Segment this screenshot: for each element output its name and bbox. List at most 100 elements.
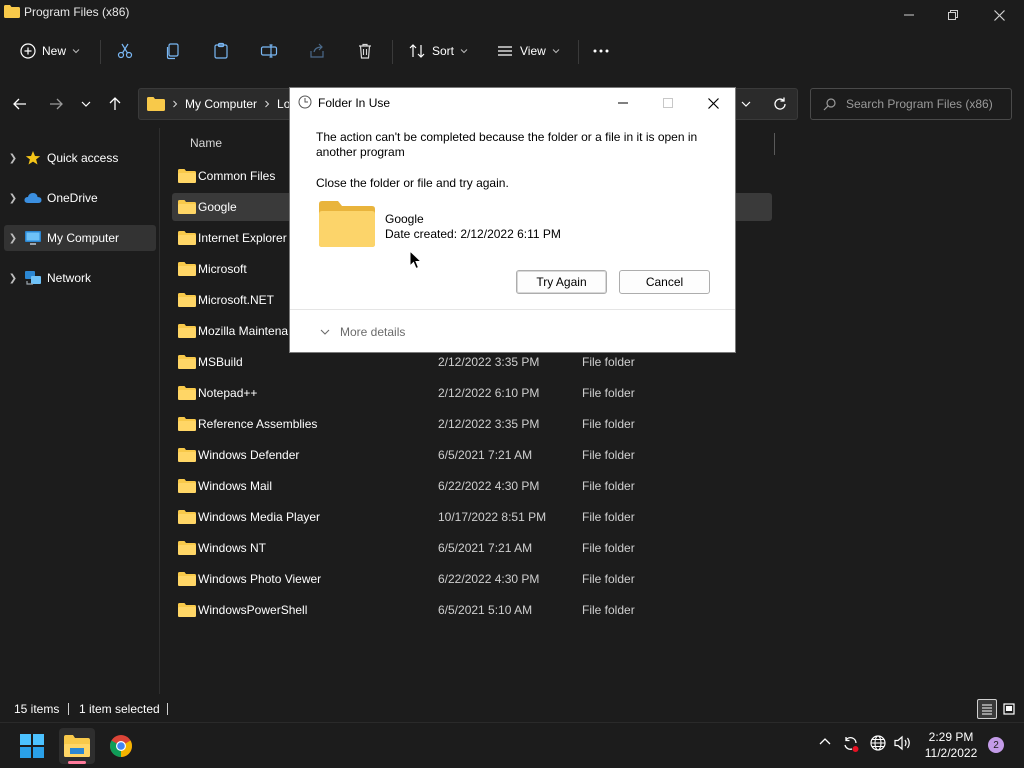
- details-view-button[interactable]: [977, 699, 997, 719]
- folder-icon: [178, 448, 196, 462]
- cut-button[interactable]: [116, 36, 134, 66]
- recent-locations-button[interactable]: [74, 92, 98, 116]
- file-name: Windows NT: [198, 541, 267, 555]
- pane-splitter[interactable]: [159, 128, 160, 694]
- chevron-right-icon[interactable]: ❯: [4, 153, 22, 164]
- file-explorer-icon: [64, 735, 90, 757]
- file-name: Windows Photo Viewer: [198, 572, 322, 586]
- forward-button[interactable]: [44, 92, 68, 116]
- sidebar-item-network[interactable]: ❯ Network: [4, 265, 156, 291]
- arrow-right-icon: [50, 98, 63, 110]
- sidebar-item-label: Network: [47, 271, 92, 285]
- sync-status-icon[interactable]: [842, 735, 860, 753]
- restore-icon: [948, 10, 958, 20]
- maximize-icon: [663, 98, 673, 108]
- copy-button[interactable]: [164, 36, 182, 66]
- try-again-button[interactable]: Try Again: [516, 270, 607, 294]
- file-date-modified: 6/5/2021 7:21 AM: [438, 541, 533, 555]
- minimize-icon: [618, 102, 628, 104]
- file-row[interactable]: Reference Assemblies 2/12/2022 3:35 PM Fil…: [172, 410, 772, 438]
- clock[interactable]: 2:29 PM 11/2/2022: [918, 729, 984, 761]
- refresh-button[interactable]: [768, 92, 792, 116]
- sort-button[interactable]: Sort: [408, 36, 468, 66]
- folder-icon: [178, 355, 196, 369]
- file-type: File folder: [582, 603, 635, 617]
- dialog-message: The action can't be completed because th…: [316, 130, 698, 159]
- item-count: 15 items: [14, 702, 60, 716]
- restore-button[interactable]: [930, 0, 976, 30]
- up-button[interactable]: [103, 92, 127, 116]
- show-hidden-icons-button[interactable]: [818, 735, 832, 749]
- mouse-cursor-icon: [409, 250, 423, 270]
- back-button[interactable]: [8, 92, 32, 116]
- paste-button[interactable]: [212, 36, 230, 66]
- file-date-modified: 6/22/2022 4:30 PM: [438, 479, 540, 493]
- star-icon: [22, 150, 44, 166]
- close-button[interactable]: [976, 0, 1022, 30]
- cloud-icon: [22, 192, 44, 204]
- folder-icon: [178, 169, 196, 183]
- view-button[interactable]: View: [496, 36, 560, 66]
- sort-label: Sort: [432, 44, 455, 58]
- file-date-modified: 6/5/2021 7:21 AM: [438, 448, 533, 462]
- cancel-button[interactable]: Cancel: [619, 270, 710, 294]
- folder-icon: [178, 293, 196, 307]
- chevron-right-icon[interactable]: ❯: [4, 193, 22, 204]
- file-row[interactable]: Windows Media Player 10/17/2022 8:51 PM Fi…: [172, 503, 772, 531]
- dialog-maximize-button: [645, 88, 691, 118]
- delete-button[interactable]: [356, 36, 374, 66]
- sidebar-item-label: My Computer: [47, 231, 120, 245]
- folder-icon: [178, 572, 196, 586]
- more-details-label: More details: [340, 325, 406, 339]
- share-button[interactable]: [308, 36, 326, 66]
- chevron-down-icon: [552, 49, 560, 54]
- start-button[interactable]: [14, 728, 50, 764]
- sidebar-item-onedrive[interactable]: ❯ OneDrive: [4, 185, 156, 211]
- folder-icon: [178, 386, 196, 400]
- new-button[interactable]: New: [20, 36, 80, 66]
- file-row[interactable]: Windows Mail 6/22/2022 4:30 PM File folder: [172, 472, 772, 500]
- rename-icon: [260, 44, 278, 58]
- file-row[interactable]: WindowsPowerShell 6/5/2021 5:10 AM File fo…: [172, 596, 772, 624]
- dialog-close-button[interactable]: [690, 88, 736, 118]
- sidebar-item-quick-access[interactable]: ❯ Quick access: [4, 145, 156, 171]
- notification-badge[interactable]: 2: [988, 737, 1004, 753]
- network-status-icon[interactable]: [870, 735, 886, 751]
- folder-icon: [178, 479, 196, 493]
- folder-icon: [147, 97, 165, 111]
- file-row[interactable]: Windows Defender 6/5/2021 7:21 AM File fol…: [172, 441, 772, 469]
- plus-circle-icon: [20, 43, 36, 59]
- file-name: Windows Defender: [198, 448, 300, 462]
- volume-icon-button[interactable]: [894, 735, 912, 751]
- address-history-button[interactable]: [734, 92, 758, 116]
- more-options-button[interactable]: [592, 36, 610, 66]
- file-name: Reference Assemblies: [198, 417, 318, 431]
- chevron-up-icon: [819, 738, 831, 745]
- taskbar-file-explorer[interactable]: [59, 728, 95, 764]
- breadcrumb-my-computer[interactable]: My Computer: [185, 97, 257, 111]
- chevron-down-icon: [72, 49, 80, 54]
- rename-button[interactable]: [260, 36, 278, 66]
- column-divider[interactable]: [774, 133, 775, 155]
- more-details-toggle[interactable]: More details: [320, 325, 405, 339]
- command-bar: New Sort View: [0, 30, 1024, 74]
- taskbar-chrome[interactable]: [103, 728, 139, 764]
- file-type: File folder: [582, 386, 635, 400]
- file-row[interactable]: Windows Photo Viewer 6/22/2022 4:30 PM Fil…: [172, 565, 772, 593]
- arrow-up-icon: [109, 97, 121, 110]
- file-row[interactable]: Windows NT 6/5/2021 7:21 AM File folder: [172, 534, 772, 562]
- tiles-view-button[interactable]: [999, 699, 1019, 719]
- chevron-right-icon[interactable]: ❯: [4, 273, 22, 284]
- column-header-name[interactable]: Name: [190, 136, 222, 150]
- close-icon: [993, 9, 1005, 21]
- toolbar-divider: [100, 40, 101, 64]
- search-box[interactable]: Search Program Files (x86): [810, 88, 1012, 120]
- chevron-right-icon[interactable]: ❯: [4, 233, 22, 244]
- dialog-minimize-button[interactable]: [600, 88, 646, 118]
- dialog-title-bar: Folder In Use: [290, 88, 735, 118]
- minimize-button[interactable]: [886, 0, 932, 30]
- sidebar-item-my-computer[interactable]: ❯ My Computer: [4, 225, 156, 251]
- file-row[interactable]: Notepad++ 2/12/2022 6:10 PM File folder: [172, 379, 772, 407]
- dialog-folder-name: Google: [385, 212, 424, 226]
- file-date-modified: 2/12/2022 3:35 PM: [438, 417, 540, 431]
